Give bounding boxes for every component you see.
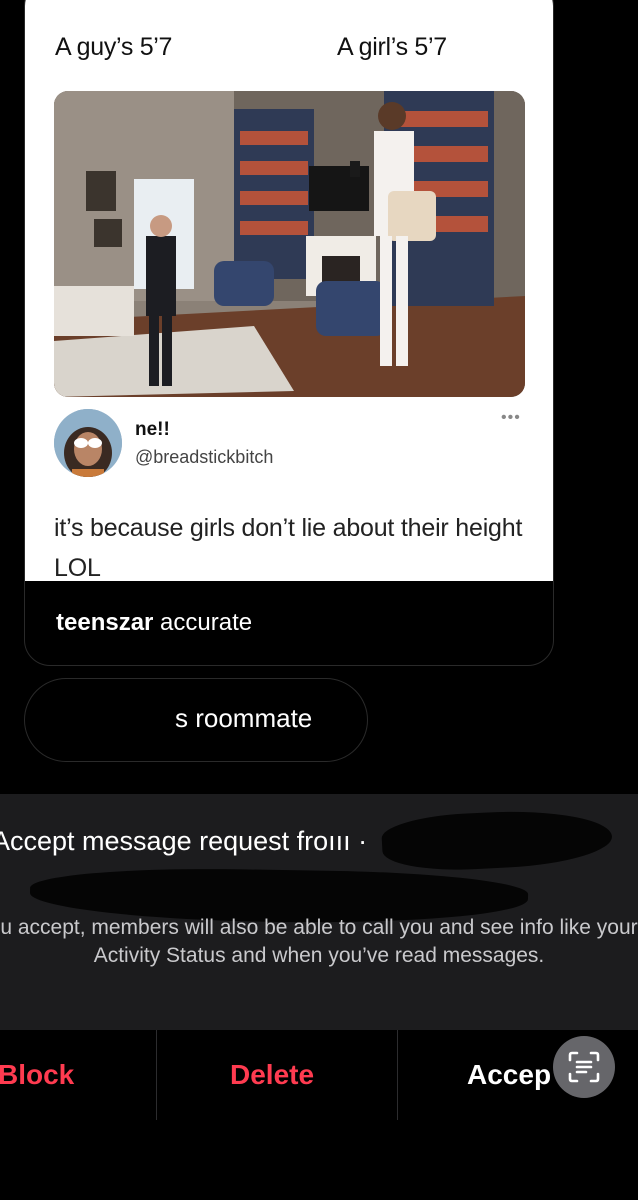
reply-username[interactable]: teenszar (56, 609, 153, 636)
meme-photo (54, 91, 525, 397)
accept-label: Accep (467, 1059, 552, 1090)
request-description: u accept, members will also be able to c… (0, 916, 638, 967)
text-scan-icon[interactable] (553, 1036, 615, 1098)
request-title: Accept message request froııı · (0, 826, 368, 856)
tweet-text: it’s because girls don’t lie about their… (54, 514, 523, 582)
divider (156, 1030, 157, 1120)
delete-button[interactable]: Delete (230, 1030, 314, 1120)
block-label: Block (0, 1059, 75, 1090)
more-options-icon[interactable]: ••• (501, 409, 521, 427)
delete-label: Delete (230, 1059, 315, 1090)
message-bubble[interactable]: s roommate (24, 678, 368, 762)
tweet-handle: @breadstickbitch (135, 447, 274, 467)
shared-post-card[interactable]: A guy’s 5’7 A girl’s 5’7 ne!! @breadstic… (24, 0, 554, 666)
tweet-avatar[interactable] (54, 409, 122, 477)
meme-caption-right: A girl’s 5’7 (337, 33, 447, 61)
divider (397, 1030, 398, 1120)
meme-caption-left: A guy’s 5’7 (55, 33, 173, 61)
post-reply: teenszar accurate (56, 609, 252, 637)
tweet-screenshot: A guy’s 5’7 A girl’s 5’7 ne!! @breadstic… (25, 0, 553, 582)
message-request-sheet: Accept message request froııı · u accept… (0, 794, 638, 1030)
tweet-display-name: ne!! (135, 419, 170, 440)
accept-button[interactable]: Accep (467, 1030, 551, 1120)
message-text: s roommate (175, 703, 313, 733)
redaction-scribble (380, 806, 614, 874)
reply-text: accurate (153, 609, 253, 636)
block-button[interactable]: Block (0, 1030, 74, 1120)
request-action-bar: Block Delete Accep (0, 1030, 638, 1120)
redaction-mark (65, 695, 185, 747)
